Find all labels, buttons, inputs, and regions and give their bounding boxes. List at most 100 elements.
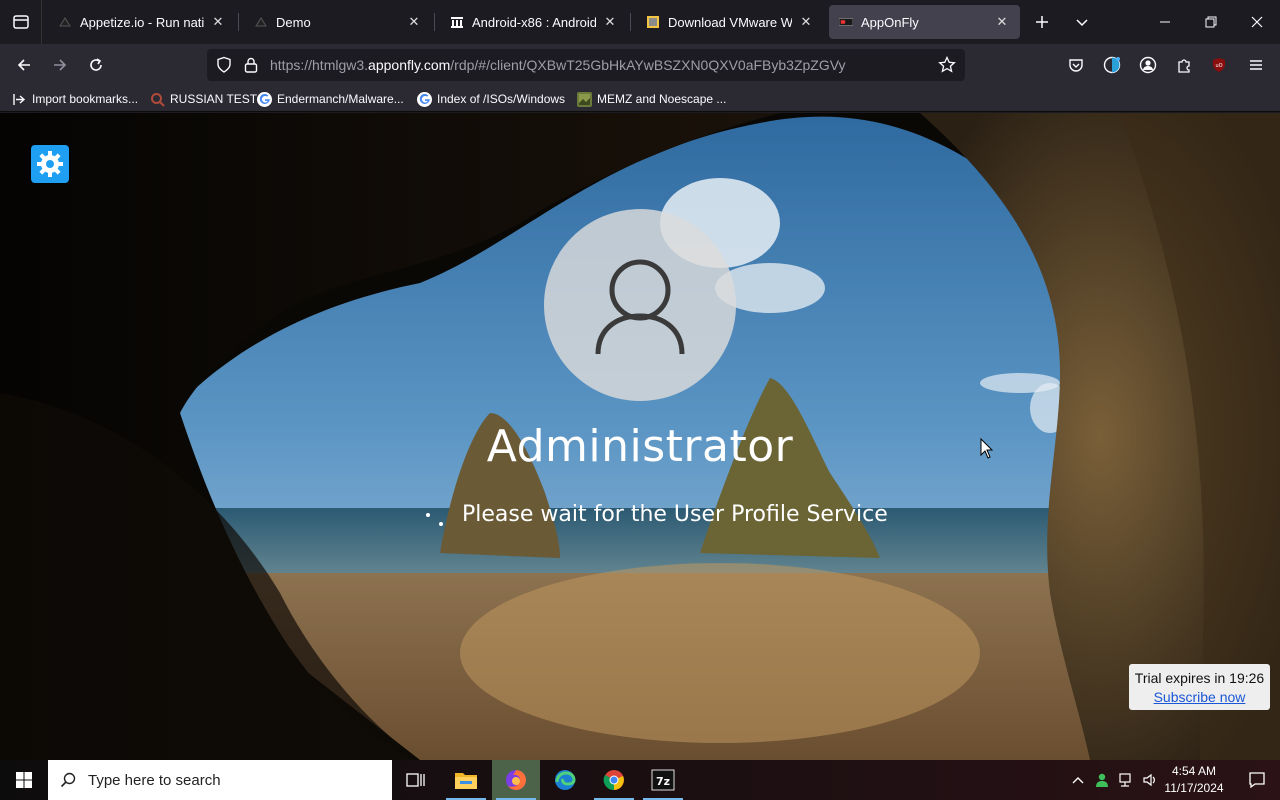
- tray-app-button[interactable]: [1094, 772, 1110, 788]
- speaker-icon: [1143, 773, 1155, 787]
- pocket-icon: [1069, 59, 1083, 72]
- action-center-button[interactable]: [1234, 760, 1280, 800]
- close-tab-icon[interactable]: ✕: [798, 14, 814, 30]
- settings-button[interactable]: [31, 145, 69, 183]
- bookmark-import[interactable]: Import bookmarks...: [12, 90, 138, 108]
- bookmark-star-icon[interactable]: [938, 55, 956, 79]
- reload-icon: [90, 58, 102, 71]
- gear-icon: [37, 151, 63, 177]
- puzzle-icon: [1178, 59, 1190, 73]
- minimize-button[interactable]: [1144, 0, 1186, 44]
- edge-icon: [555, 770, 576, 790]
- url-text[interactable]: https://htmlgw3.apponfly.com/rdp/#/clien…: [270, 57, 846, 73]
- account-button[interactable]: [1131, 48, 1165, 82]
- import-icon: [12, 92, 27, 107]
- extensions-button[interactable]: [1167, 48, 1201, 82]
- user-icon: [595, 259, 685, 355]
- bookmark-russian-test[interactable]: RUSSIAN TEST: [150, 90, 257, 108]
- tab-list-button[interactable]: [0, 0, 42, 44]
- plus-icon: [1036, 16, 1048, 28]
- tab-list-icon: [12, 15, 29, 29]
- reload-button[interactable]: [79, 48, 113, 82]
- firefox-icon: [506, 770, 526, 790]
- taskbar-clock[interactable]: 4:54 AM 11/17/2024: [1160, 763, 1228, 797]
- show-hidden-icons-button[interactable]: [1070, 772, 1086, 788]
- restore-icon: [1205, 16, 1217, 28]
- search-icon: [48, 772, 88, 788]
- mouse-cursor-icon: [980, 438, 994, 459]
- tab-bar: Appetize.io - Run native mobile apps ✕ D…: [0, 0, 1280, 44]
- firefox-button[interactable]: [492, 760, 540, 800]
- appetize-icon: [254, 15, 268, 29]
- close-icon: [1251, 16, 1263, 28]
- image-icon: [577, 91, 592, 107]
- ublock-button[interactable]: uO: [1202, 48, 1236, 82]
- notification-icon: [1249, 772, 1265, 789]
- menu-button[interactable]: [1239, 48, 1273, 82]
- user-tray-icon: [1096, 773, 1108, 787]
- archive-icon: [450, 15, 464, 29]
- status-message: Please wait for the User Profile Service: [462, 501, 888, 527]
- lock-icon[interactable]: [243, 56, 259, 79]
- tab-demo[interactable]: Demo ✕: [244, 5, 432, 39]
- subscribe-link[interactable]: Subscribe now: [1154, 689, 1246, 705]
- search-icon: [150, 92, 165, 107]
- task-view-button[interactable]: [392, 760, 440, 800]
- apponfly-icon: [839, 15, 853, 29]
- network-button[interactable]: [1118, 772, 1134, 788]
- pocket-button[interactable]: [1059, 48, 1093, 82]
- task-view-icon: [406, 773, 425, 787]
- ublock-icon: uO: [1213, 58, 1225, 72]
- close-tab-icon[interactable]: ✕: [602, 14, 618, 30]
- tab-vmware[interactable]: Download VMware Workstation ✕: [636, 5, 824, 39]
- trial-notice: Trial expires in 19:26 Subscribe now: [1129, 664, 1270, 710]
- edge-button[interactable]: [541, 760, 589, 800]
- privacy-badger-icon: [1103, 56, 1121, 74]
- remote-desktop-view[interactable]: Administrator Please wait for the User P…: [0, 113, 1280, 760]
- account-icon: [1139, 56, 1157, 74]
- username: Administrator: [486, 421, 794, 472]
- extension-button[interactable]: [1095, 48, 1129, 82]
- vmware-icon: [646, 15, 660, 29]
- close-tab-icon[interactable]: ✕: [994, 14, 1010, 30]
- chrome-button[interactable]: [590, 760, 638, 800]
- bookmark-memz[interactable]: MEMZ and Noescape ...: [577, 90, 726, 108]
- clock-time: 4:54 AM: [1171, 764, 1217, 778]
- tab-android-x86[interactable]: Android-x86 : Android-x86 ✕: [440, 5, 628, 39]
- url-bar[interactable]: https://htmlgw3.apponfly.com/rdp/#/clien…: [207, 49, 965, 81]
- restore-button[interactable]: [1190, 0, 1232, 44]
- google-icon: [257, 91, 272, 107]
- close-tab-icon[interactable]: ✕: [406, 14, 422, 30]
- file-explorer-button[interactable]: [442, 760, 490, 800]
- minimize-icon: [1160, 21, 1170, 23]
- hamburger-menu-icon: [1250, 60, 1262, 70]
- forward-button[interactable]: [43, 48, 77, 82]
- bookmark-index-isos[interactable]: Index of /ISOs/Windows: [417, 90, 565, 108]
- close-window-button[interactable]: [1236, 0, 1278, 44]
- close-tab-icon[interactable]: ✕: [210, 14, 226, 30]
- google-icon: [417, 91, 432, 107]
- arrow-right-icon: [54, 59, 67, 71]
- 7zip-button[interactable]: 7z: [639, 760, 687, 800]
- 7zip-icon: 7z: [651, 769, 675, 791]
- bookmark-endermanch[interactable]: Endermanch/Malware...: [257, 90, 404, 108]
- chrome-icon: [603, 770, 624, 791]
- back-button[interactable]: [7, 48, 41, 82]
- tab-apponfly[interactable]: AppOnFly ✕: [829, 5, 1020, 39]
- trial-expiry-text: Trial expires in 19:26: [1134, 670, 1265, 686]
- tracking-protection-icon[interactable]: [215, 56, 233, 79]
- svg-text:uO: uO: [1215, 63, 1222, 69]
- list-all-tabs-button[interactable]: [1062, 0, 1102, 44]
- chevron-up-icon: [1072, 777, 1084, 784]
- taskbar-search-box[interactable]: Type here to search: [48, 760, 392, 800]
- loading-spinner: [420, 499, 450, 529]
- volume-button[interactable]: [1142, 772, 1158, 788]
- user-avatar: [544, 209, 736, 401]
- bookmarks-toolbar: Import bookmarks... RUSSIAN TEST Enderma…: [0, 86, 1280, 112]
- svg-text:7z: 7z: [656, 775, 670, 788]
- appetize-icon: [58, 15, 72, 29]
- start-button[interactable]: [0, 760, 48, 800]
- tab-appetize[interactable]: Appetize.io - Run native mobile apps ✕: [48, 5, 236, 39]
- new-tab-button[interactable]: [1022, 0, 1062, 44]
- status-row: Please wait for the User Profile Service: [420, 499, 888, 529]
